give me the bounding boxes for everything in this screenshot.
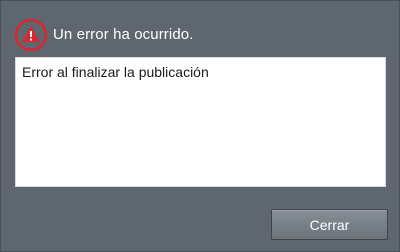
error-dialog: Un error ha ocurrido. Error al finalizar… (0, 0, 400, 252)
message-box: Error al finalizar la publicación (15, 57, 386, 187)
error-message: Error al finalizar la publicación (22, 64, 209, 80)
dialog-header: Un error ha ocurrido. (13, 17, 194, 53)
dialog-title: Un error ha ocurrido. (53, 26, 194, 43)
close-button[interactable]: Cerrar (271, 209, 388, 240)
warning-icon (13, 17, 49, 53)
